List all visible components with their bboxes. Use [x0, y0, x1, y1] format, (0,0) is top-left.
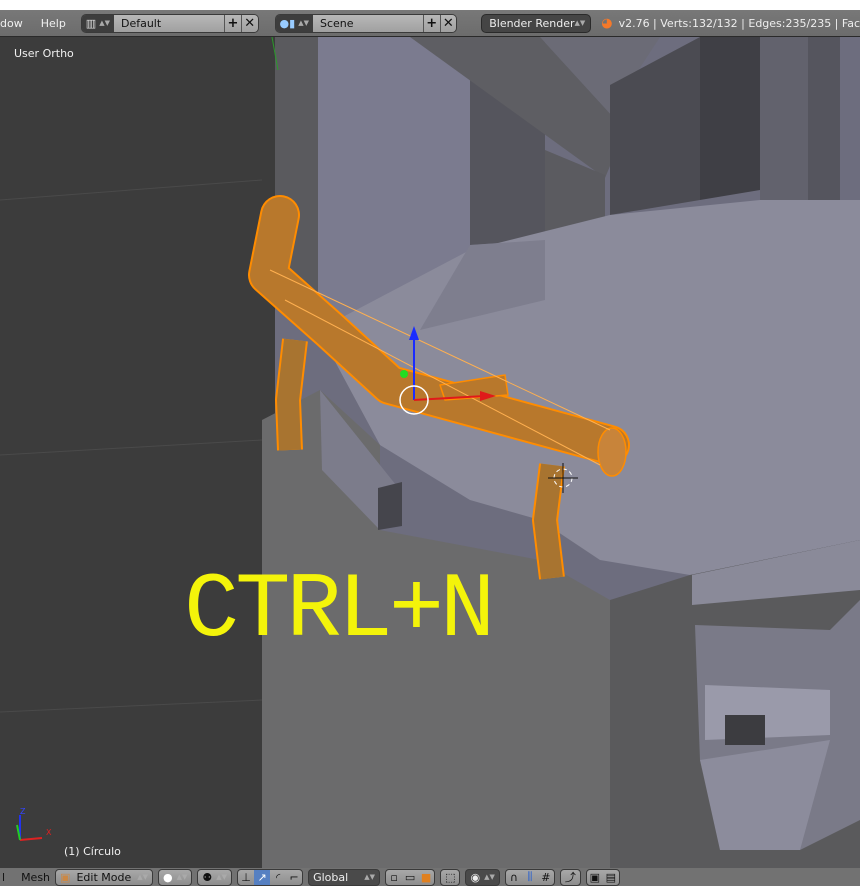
transform-orientation-select[interactable]: Global ▲▼ — [308, 868, 381, 886]
add-layout-button[interactable]: + — [224, 14, 241, 32]
remove-layout-button[interactable]: ✕ — [240, 14, 258, 32]
pivot-point-select[interactable]: ⚉ ▲▼ — [197, 868, 233, 886]
mode-select[interactable]: ▣ Edit Mode ▲▼ — [55, 868, 154, 886]
proportional-editing-select[interactable]: ◉ ▲▼ — [465, 868, 500, 886]
3d-viewport[interactable]: Z X User Ortho CTRL+N (1) Círculo — [0, 37, 860, 868]
render-animation-icon[interactable]: ▤ — [603, 870, 619, 885]
render-engine-select[interactable]: Blender Render ▲▼ — [481, 13, 592, 33]
manipulator-buttons: ⊥ ↗ ◜ ⌐ — [237, 868, 304, 886]
opengl-render-icon: ⤴ — [564, 871, 576, 884]
axis-x-label: X — [46, 828, 52, 837]
updown-icon: ▲▼ — [574, 19, 586, 27]
scale-manipulator-icon[interactable]: ⌐ — [286, 870, 302, 885]
face-select-icon[interactable]: ■ — [418, 870, 434, 885]
render-opengl-button[interactable]: ⤴ — [559, 868, 581, 886]
viewport-shading-select[interactable]: ● ▲▼ — [158, 868, 193, 886]
pivot-icon: ⚉ — [202, 870, 213, 884]
render-image-icon[interactable]: ▣ — [587, 870, 603, 885]
solid-shading-icon: ● — [163, 870, 173, 884]
limit-selection-icon: ⬚ — [445, 870, 456, 884]
manipulator-toggle-icon[interactable]: ⊥ — [238, 870, 254, 885]
snap-element-icon[interactable]: ⫼ — [522, 870, 538, 885]
remove-scene-button[interactable]: ✕ — [439, 14, 457, 32]
screen-layout-name[interactable]: Default — [113, 14, 225, 32]
menu-window[interactable]: dow — [0, 17, 32, 30]
updown-icon: ▲▼ — [364, 873, 376, 881]
info-header: dow Help ▥ ▲▼ Default + ✕ ●▮ ▲▼ Scene + ✕ … — [0, 10, 860, 37]
mode-label: Edit Mode — [76, 870, 132, 884]
axis-z-label: Z — [20, 807, 26, 816]
vertex-select-icon[interactable]: ▫ — [386, 870, 402, 885]
screen-layout-selector[interactable]: ▥ ▲▼ Default + ✕ — [80, 13, 259, 33]
updown-icon: ▲▼ — [484, 873, 495, 881]
translate-manipulator-icon[interactable]: ↗ — [254, 869, 271, 885]
updown-icon: ▲▼ — [99, 19, 110, 27]
menu-mesh[interactable]: Mesh — [21, 871, 50, 884]
top-strip — [0, 0, 860, 10]
menu-select[interactable]: l — [2, 871, 5, 884]
3d-view-header: l Mesh ▣ Edit Mode ▲▼ ● ▲▼ ⚉ ▲▼ ⊥ ↗ ◜ ⌐ Gl… — [0, 868, 860, 886]
view-label: User Ortho — [14, 47, 74, 60]
orientation-label: Global — [313, 870, 349, 884]
snap-buttons: ∩ ⫼ # — [504, 868, 555, 886]
add-scene-button[interactable]: + — [422, 14, 440, 32]
edit-mode-icon: ▣ — [60, 870, 71, 884]
snap-target-icon[interactable]: # — [538, 870, 554, 885]
updown-icon: ▲▼ — [216, 873, 228, 881]
blender-logo-icon: ◕ — [601, 15, 613, 31]
updown-icon: ▲▼ — [137, 873, 149, 881]
scene-icon: ●▮ — [279, 16, 296, 30]
scene-name[interactable]: Scene — [312, 14, 423, 32]
scene-selector[interactable]: ●▮ ▲▼ Scene + ✕ — [274, 13, 458, 33]
scene-stats: v2.76 | Verts:132/132 | Edges:235/235 | … — [618, 16, 860, 30]
edge-select-icon[interactable]: ▭ — [402, 870, 418, 885]
rotate-manipulator-icon[interactable]: ◜ — [270, 870, 286, 885]
snap-magnet-icon[interactable]: ∩ — [506, 870, 522, 885]
select-mode-buttons: ▫ ▭ ■ — [385, 868, 436, 886]
menu-help[interactable]: Help — [32, 17, 75, 30]
proportional-icon: ◉ — [470, 870, 481, 884]
shortcut-overlay-text: CTRL+N — [184, 558, 495, 663]
active-object-label: (1) Círculo — [64, 845, 121, 858]
updown-icon: ▲▼ — [176, 873, 188, 881]
limit-selection-button[interactable]: ⬚ — [440, 868, 461, 886]
updown-icon: ▲▼ — [298, 19, 309, 27]
render-engine-label: Blender Render — [489, 16, 575, 30]
render-buttons: ▣ ▤ — [585, 868, 620, 886]
screen-layout-icon: ▥ — [85, 16, 97, 30]
scene-geometry — [0, 37, 860, 868]
